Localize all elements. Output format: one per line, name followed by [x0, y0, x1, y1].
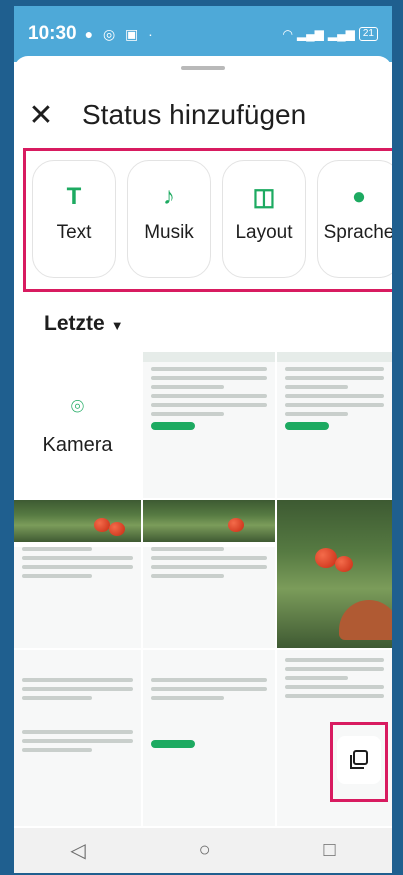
- bottom-sheet: ✕ Status hinzufügen T Text ♪ Musik ◫ Lay…: [14, 56, 392, 826]
- sheet-header: ✕ Status hinzufügen: [14, 90, 392, 140]
- option-label: Sprache: [323, 222, 392, 243]
- gallery-thumbnail[interactable]: [14, 500, 141, 648]
- option-voice[interactable]: ● Sprache: [317, 160, 392, 278]
- music-icon: ♪: [163, 183, 175, 210]
- camera-label: Kamera: [42, 433, 113, 456]
- gallery-thumbnail[interactable]: [277, 500, 392, 648]
- text-icon: T: [66, 183, 82, 210]
- gallery-thumbnail[interactable]: [277, 352, 392, 498]
- gallery-thumbnail[interactable]: [143, 352, 275, 498]
- home-icon[interactable]: ○: [199, 839, 211, 862]
- status-type-options: T Text ♪ Musik ◫ Layout ● Sprache: [32, 160, 392, 280]
- option-music[interactable]: ♪ Musik: [127, 160, 211, 278]
- battery-icon: 21: [358, 27, 378, 41]
- layout-icon: ◫: [252, 184, 276, 211]
- notification-icons: ● ◎ ▣ ·: [84, 25, 156, 42]
- gallery-thumbnail[interactable]: [143, 500, 275, 648]
- clock: 10:30: [28, 23, 77, 44]
- recent-label: Letzte: [44, 312, 105, 335]
- option-label: Text: [56, 222, 92, 243]
- camera-tile[interactable]: ⌾ Kamera: [14, 352, 141, 498]
- recents-icon[interactable]: □: [323, 839, 335, 862]
- copy-icon: [350, 750, 368, 769]
- chevron-down-icon: ▼: [110, 318, 124, 333]
- system-nav-bar: ◁ ○ □: [14, 828, 392, 873]
- camera-icon: ⌾: [70, 393, 85, 419]
- gallery-thumbnail[interactable]: [143, 650, 275, 826]
- option-text[interactable]: T Text: [32, 160, 116, 278]
- multi-select-button[interactable]: [337, 736, 381, 784]
- signal-icon: ▂▄▆: [296, 27, 324, 41]
- signal-icon-2: ▂▄▆: [327, 27, 355, 41]
- drag-handle[interactable]: [181, 66, 225, 70]
- page-title: Status hinzufügen: [82, 99, 307, 130]
- device-frame: 10:30 ● ◎ ▣ · ◠ ▂▄▆ ▂▄▆ 21 ✕ Status hinz…: [0, 0, 403, 875]
- phone-screen: 10:30 ● ◎ ▣ · ◠ ▂▄▆ ▂▄▆ 21 ✕ Status hinz…: [14, 6, 392, 873]
- close-icon[interactable]: ✕: [14, 98, 68, 133]
- back-icon[interactable]: ◁: [70, 838, 85, 863]
- option-layout[interactable]: ◫ Layout: [222, 160, 306, 278]
- recent-dropdown[interactable]: Letzte ▼: [44, 312, 124, 336]
- status-bar: 10:30 ● ◎ ▣ · ◠ ▂▄▆ ▂▄▆ 21: [14, 6, 392, 62]
- microphone-icon: ●: [351, 183, 367, 210]
- option-label: Musik: [144, 222, 194, 243]
- gallery-thumbnail[interactable]: [14, 650, 141, 826]
- wifi-icon: ◠: [282, 27, 293, 41]
- option-label: Layout: [235, 222, 293, 243]
- system-indicators: ◠ ▂▄▆ ▂▄▆ 21: [282, 27, 378, 41]
